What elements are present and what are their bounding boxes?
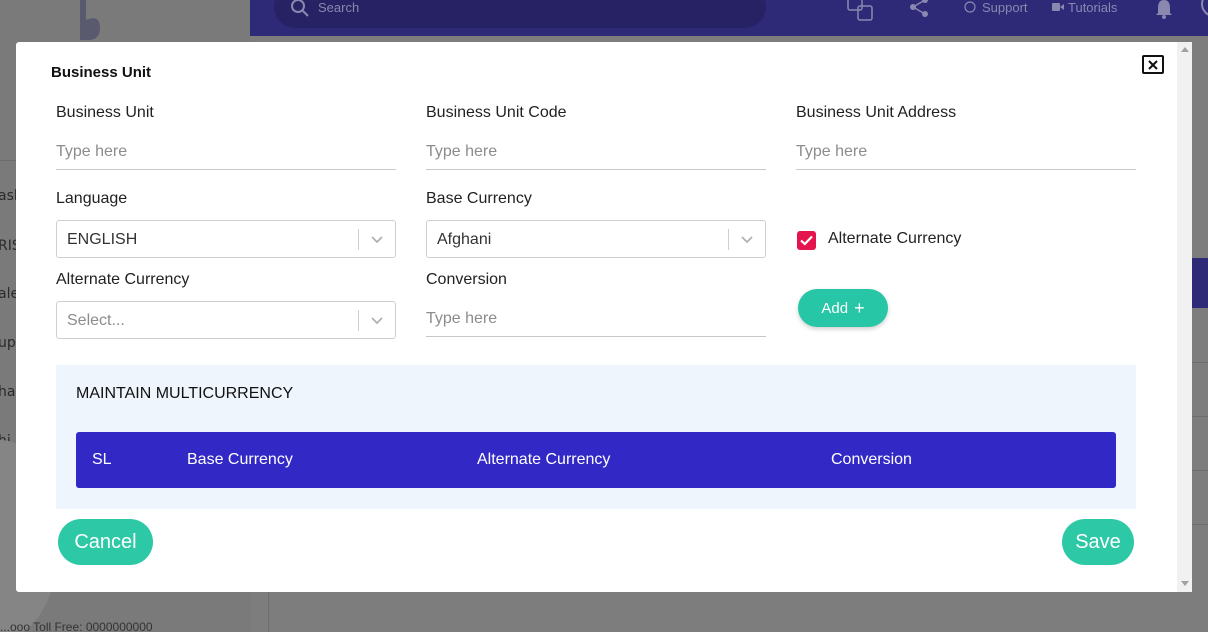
- business-unit-input[interactable]: [56, 134, 396, 170]
- translate-icon[interactable]: [846, 0, 876, 24]
- base-currency-value: Afghani: [437, 231, 492, 248]
- business-unit-address-label: Business Unit Address: [796, 104, 957, 121]
- multicurrency-panel: MAINTAIN MULTICURRENCY SL Base Currency …: [56, 365, 1136, 509]
- language-value: ENGLISH: [67, 231, 138, 248]
- cancel-button[interactable]: Cancel: [58, 519, 153, 565]
- search-icon: [291, 0, 309, 17]
- search-bar[interactable]: Search: [274, 0, 766, 28]
- modal-title: Business Unit: [51, 64, 152, 81]
- avatar[interactable]: [1198, 0, 1208, 24]
- sidebar-item-5[interactable]: ha: [0, 384, 15, 400]
- business-unit-label: Business Unit: [56, 104, 154, 121]
- sidebar-footer: ...ooo Toll Free: 0000000000: [0, 620, 153, 632]
- language-label: Language: [56, 190, 128, 207]
- add-button-label: Add: [821, 299, 849, 317]
- chevron-down-icon: [371, 236, 383, 244]
- plus-icon: +: [854, 297, 865, 318]
- alternate-currency-checkbox-label[interactable]: Alternate Currency: [828, 230, 961, 248]
- checkmark-icon: [800, 235, 813, 246]
- business-unit-code-input[interactable]: [426, 134, 766, 170]
- alternate-currency-select[interactable]: Select...: [56, 301, 396, 339]
- conversion-label: Conversion: [426, 271, 507, 288]
- select-separator: [358, 229, 359, 250]
- chevron-down-icon: [741, 236, 753, 244]
- help-icon: [964, 1, 976, 13]
- alternate-currency-checkbox[interactable]: [797, 231, 816, 250]
- base-currency-select[interactable]: Afghani: [426, 220, 766, 258]
- bell-icon[interactable]: [1155, 0, 1173, 20]
- search-placeholder: Search: [318, 0, 360, 15]
- conversion-input[interactable]: [426, 301, 766, 337]
- alternate-currency-label: Alternate Currency: [56, 271, 190, 288]
- column-header-sl: SL: [92, 451, 112, 468]
- select-separator: [728, 229, 729, 250]
- business-unit-code-label: Business Unit Code: [426, 104, 567, 121]
- business-unit-address-input[interactable]: [796, 134, 1136, 170]
- column-header-conversion: Conversion: [831, 451, 912, 468]
- scroll-up-arrow-icon[interactable]: [1181, 47, 1189, 52]
- bg-panel-edge: [268, 592, 269, 632]
- modal-scrollbar[interactable]: [1177, 42, 1192, 592]
- language-select[interactable]: ENGLISH: [56, 220, 396, 258]
- column-header-base-currency: Base Currency: [187, 451, 293, 468]
- column-header-alternate-currency: Alternate Currency: [477, 451, 611, 468]
- close-icon: [1148, 59, 1158, 70]
- save-button[interactable]: Save: [1062, 519, 1134, 565]
- tutorials-link[interactable]: Tutorials: [1068, 0, 1117, 15]
- share-icon[interactable]: [908, 0, 930, 18]
- add-button[interactable]: Add +: [798, 289, 888, 327]
- alternate-currency-placeholder: Select...: [67, 312, 125, 329]
- close-button[interactable]: [1142, 55, 1164, 74]
- chevron-down-icon: [371, 317, 383, 325]
- business-unit-modal: Business Unit Business Unit Business Uni…: [16, 42, 1192, 592]
- base-currency-label: Base Currency: [426, 190, 532, 207]
- multicurrency-table-header: SL Base Currency Alternate Currency Conv…: [76, 432, 1116, 488]
- support-link[interactable]: Support: [982, 0, 1028, 15]
- scroll-down-arrow-icon[interactable]: [1181, 581, 1189, 586]
- select-separator: [358, 310, 359, 331]
- app-logo: [80, 0, 100, 40]
- video-icon: [1052, 3, 1064, 11]
- multicurrency-title: MAINTAIN MULTICURRENCY: [76, 385, 294, 402]
